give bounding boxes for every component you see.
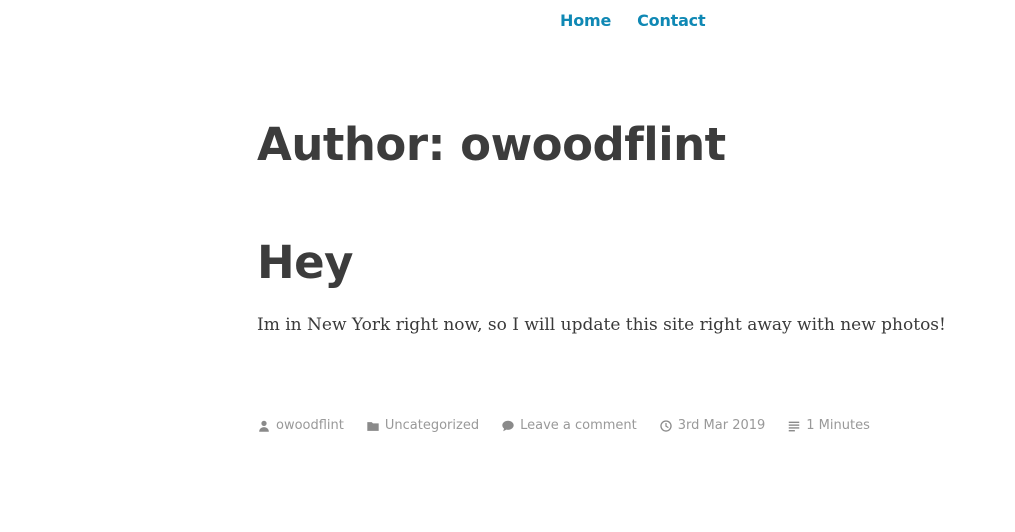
post-excerpt: Im in New York right now, so I will upda… [257, 315, 946, 335]
person-icon [257, 419, 271, 433]
post-title[interactable]: Hey [257, 236, 354, 289]
comment-bubble-icon [501, 419, 515, 433]
author-link[interactable]: owoodflint [276, 418, 344, 433]
post-date-link[interactable]: 3rd Mar 2019 [678, 418, 766, 433]
category-link[interactable]: Uncategorized [385, 418, 479, 433]
nav-link-home[interactable]: Home [560, 11, 611, 30]
meta-reading-time: 1 Minutes [787, 418, 870, 433]
archive-title: Author: owoodflint [257, 118, 726, 171]
meta-category: Uncategorized [366, 418, 479, 433]
leave-comment-link[interactable]: Leave a comment [520, 418, 637, 433]
meta-author: owoodflint [257, 418, 344, 433]
nav-link-contact[interactable]: Contact [637, 11, 706, 30]
post-meta: owoodflint Uncategorized Leave a comment… [257, 418, 892, 433]
lines-icon [787, 419, 801, 433]
main-navigation: Home Contact [560, 11, 706, 30]
clock-icon [659, 419, 673, 433]
meta-comments: Leave a comment [501, 418, 637, 433]
meta-date: 3rd Mar 2019 [659, 418, 766, 433]
folder-icon [366, 419, 380, 433]
reading-time-text: 1 Minutes [806, 418, 870, 433]
